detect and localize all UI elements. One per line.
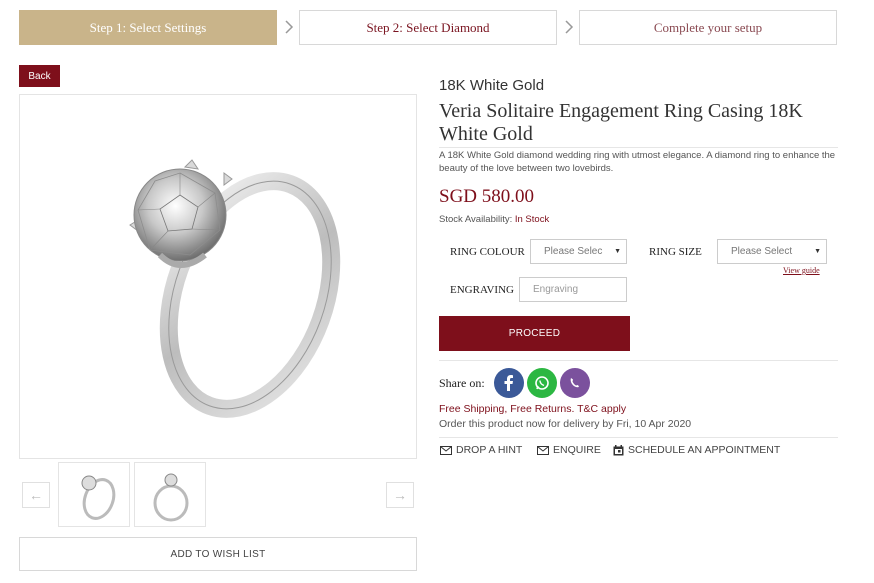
ring-thumbnail-image — [153, 473, 189, 522]
schedule-appointment-link[interactable]: SCHEDULE AN APPOINTMENT — [613, 444, 780, 456]
ring-colour-select[interactable]: Please Selec ▼ — [530, 239, 627, 264]
product-main-image[interactable] — [19, 94, 417, 459]
mail-icon — [440, 445, 452, 455]
ring-colour-value: Please Selec — [544, 246, 603, 257]
arrow-right-icon: → — [393, 487, 407, 503]
viber-share-button[interactable] — [560, 368, 590, 398]
engraving-label: ENGRAVING — [450, 284, 514, 296]
shipping-info: Free Shipping, Free Returns. T&C apply — [439, 403, 627, 415]
facebook-icon — [504, 375, 513, 391]
whatsapp-share-button[interactable] — [527, 368, 557, 398]
facebook-share-button[interactable] — [494, 368, 524, 398]
ring-size-select[interactable]: Please Select ▼ — [717, 239, 827, 264]
delivery-info: Order this product now for delivery by F… — [439, 418, 692, 430]
drop-a-hint-label: DROP A HINT — [456, 444, 523, 456]
caret-down-icon: ▼ — [614, 248, 621, 255]
ring-size-label: RING SIZE — [649, 246, 702, 258]
back-button[interactable]: Back — [19, 65, 60, 87]
step-select-diamond[interactable]: Step 2: Select Diamond — [299, 10, 557, 45]
ring-image — [129, 159, 341, 418]
thumbnail-front[interactable] — [134, 462, 206, 527]
proceed-button[interactable]: PROCEED — [439, 316, 630, 351]
stock-value: In Stock — [514, 214, 550, 225]
divider — [439, 147, 838, 148]
schedule-appointment-label: SCHEDULE AN APPOINTMENT — [628, 444, 781, 456]
stock-label: Stock Availability: — [439, 214, 513, 225]
view-guide-link[interactable]: View guide — [783, 266, 820, 275]
product-title: Veria Solitaire Engagement Ring Casing 1… — [439, 100, 803, 145]
add-to-wish-list-button[interactable]: ADD TO WISH LIST — [19, 537, 417, 571]
chevron-right-icon — [285, 20, 294, 34]
gallery-prev-button[interactable]: ← — [22, 482, 50, 508]
enquire-link[interactable]: ENQUIRE — [537, 444, 601, 456]
ring-thumbnail-image — [81, 475, 116, 520]
product-price: SGD 580.00 — [439, 186, 535, 207]
engraving-placeholder: Engraving — [533, 284, 579, 295]
chevron-right-icon — [565, 20, 574, 34]
ring-size-value: Please Select — [731, 246, 793, 257]
ring-colour-label: RING COLOUR — [450, 246, 525, 258]
calendar-icon — [613, 444, 624, 455]
share-label: Share on: — [439, 376, 485, 390]
step-select-settings[interactable]: Step 1: Select Settings — [19, 10, 277, 45]
stock-availability: Stock Availability: In Stock — [439, 214, 549, 225]
product-metal: 18K White Gold — [439, 77, 545, 94]
thumbnail-angle[interactable] — [58, 462, 130, 527]
drop-a-hint-link[interactable]: DROP A HINT — [440, 444, 522, 456]
gallery-next-button[interactable]: → — [386, 482, 414, 508]
whatsapp-icon — [535, 376, 549, 390]
divider — [439, 437, 838, 438]
divider — [439, 360, 838, 361]
mail-icon — [537, 445, 549, 455]
caret-down-icon: ▼ — [814, 248, 821, 255]
arrow-left-icon: ← — [29, 487, 43, 503]
enquire-label: ENQUIRE — [553, 444, 601, 456]
product-description: A 18K White Gold diamond wedding ring wi… — [439, 150, 836, 174]
viber-icon — [570, 378, 579, 388]
step-complete-setup[interactable]: Complete your setup — [579, 10, 837, 45]
engraving-input[interactable]: Engraving — [519, 277, 627, 302]
